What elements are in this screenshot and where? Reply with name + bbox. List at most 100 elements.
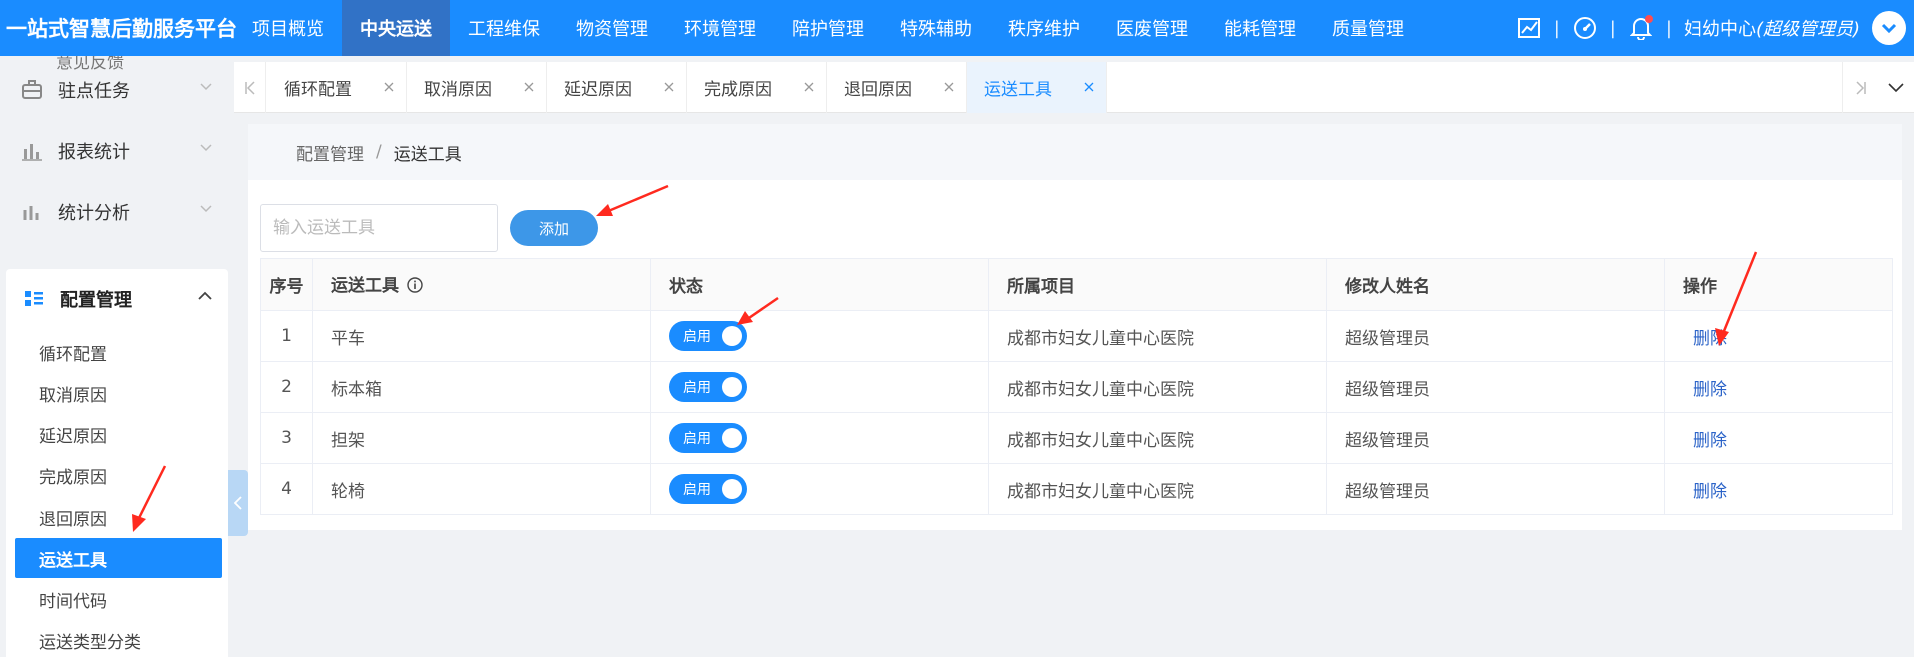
nav-item-quality[interactable]: 质量管理 [1314,0,1422,56]
close-icon[interactable] [521,79,537,95]
nav-item-overview[interactable]: 项目概览 [234,0,342,56]
status-toggle[interactable]: 启用 [669,372,747,402]
sidebar-subitem-time-code[interactable]: 时间代码 [6,579,228,619]
sidebar-subitem-complete-reason[interactable]: 完成原因 [6,455,228,495]
delete-link[interactable]: 删除 [1683,482,1727,502]
cell-modifier: 超级管理员 [1326,412,1665,464]
cell-operations: 删除 [1664,310,1893,362]
sidebar-item-label: 报表统计 [58,141,130,163]
chevron-down-icon [200,205,212,213]
sidebar: 意见反馈 驻点任务 报表统计 统计分析 配置管理 循环配置 取消原因 延迟原因 [0,56,234,657]
briefcase-icon [20,78,44,102]
breadcrumb-separator: / [376,142,382,162]
nav-item-environment[interactable]: 环境管理 [666,0,774,56]
table-row: 3 担架 启用 成都市妇女儿童中心医院 超级管理员 删除 [260,412,1893,464]
table-row: 2 标本箱 启用 成都市妇女儿童中心医院 超级管理员 删除 [260,361,1893,413]
separator: | [1665,17,1672,39]
col-header-tool: 运送工具 [312,258,651,311]
cell-project: 成都市妇女儿童中心医院 [988,310,1327,362]
status-toggle[interactable]: 启用 [669,423,747,453]
sidebar-subitem-transport-tools[interactable]: 运送工具 [15,538,222,578]
sidebar-item-station-tasks[interactable]: 驻点任务 [0,59,234,120]
cell-tool: 担架 [312,412,651,464]
close-icon[interactable] [381,79,397,95]
dashboard-gauge-icon[interactable] [1572,15,1598,41]
bell-icon[interactable] [1628,15,1654,41]
sidebar-subitem-cancel-reason[interactable]: 取消原因 [6,373,228,413]
col-header-operations: 操作 [1664,258,1893,311]
toggle-knob [722,326,742,346]
tabs-scroll-right-icon[interactable] [1842,62,1878,113]
cell-operations: 删除 [1664,412,1893,464]
cell-project: 成都市妇女儿童中心医院 [988,463,1327,515]
nav-item-central-transport[interactable]: 中央运送 [342,0,450,56]
sidebar-subitem-transport-type[interactable]: 运送类型分类 [6,620,228,657]
top-bar: 一站式智慧后勤服务平台 项目概览 中央运送 工程维保 物资管理 环境管理 陪护管… [0,0,1914,56]
cell-seq: 3 [260,412,313,464]
analytics-icon [20,200,44,224]
user-name[interactable]: 妇幼中心(超级管理员) [1684,15,1860,41]
tab-transport-tools[interactable]: 运送工具 [967,62,1107,113]
toggle-knob [722,377,742,397]
nav-item-engineering[interactable]: 工程维保 [450,0,558,56]
status-toggle[interactable]: 启用 [669,474,747,504]
cell-project: 成都市妇女儿童中心医院 [988,412,1327,464]
delete-link[interactable]: 删除 [1683,329,1727,349]
sidebar-collapse-handle[interactable] [228,470,248,536]
nav-item-energy[interactable]: 能耗管理 [1206,0,1314,56]
notification-dot [1644,15,1653,23]
sidebar-group-config: 配置管理 循环配置 取消原因 延迟原因 完成原因 退回原因 运送工具 时间代码 … [6,269,228,657]
col-header-modifier: 修改人姓名 [1326,258,1665,311]
cell-seq: 2 [260,361,313,413]
top-right-tools: | | | 妇幼中心(超级管理员) [1516,0,1906,56]
nav-item-materials[interactable]: 物资管理 [558,0,666,56]
status-toggle[interactable]: 启用 [669,321,747,351]
cell-modifier: 超级管理员 [1326,310,1665,362]
table-header-row: 序号 运送工具 状态 所属项目 修改人姓名 操作 [260,258,1893,311]
info-icon[interactable] [407,277,423,298]
sidebar-subitem-cycle-config[interactable]: 循环配置 [6,332,228,372]
close-icon[interactable] [1081,79,1097,95]
close-icon[interactable] [941,79,957,95]
breadcrumb: 配置管理 / 运送工具 [248,124,1902,180]
close-icon[interactable] [801,79,817,95]
close-icon[interactable] [661,79,677,95]
delete-link[interactable]: 删除 [1683,431,1727,451]
delete-link[interactable]: 删除 [1683,380,1727,400]
tab-cancel-reason[interactable]: 取消原因 [407,62,547,113]
main-nav: 项目概览 中央运送 工程维保 物资管理 环境管理 陪护管理 特殊辅助 秩序维护 … [234,0,1422,56]
nav-item-order[interactable]: 秩序维护 [990,0,1098,56]
nav-item-special-aid[interactable]: 特殊辅助 [882,0,990,56]
sidebar-group-label: 配置管理 [60,290,132,311]
cell-operations: 删除 [1664,463,1893,515]
cell-project: 成都市妇女儿童中心医院 [988,361,1327,413]
add-button[interactable]: 添加 [510,210,598,246]
tabs-menu-chevron-down-icon[interactable] [1878,62,1914,113]
sidebar-item-reports[interactable]: 报表统计 [0,120,234,181]
tab-complete-reason[interactable]: 完成原因 [687,62,827,113]
tab-label: 循环配置 [284,80,352,100]
cell-modifier: 超级管理员 [1326,361,1665,413]
tab-delay-reason[interactable]: 延迟原因 [547,62,687,113]
bar-chart-icon [20,139,44,163]
separator: | [1553,17,1560,39]
toggle-label: 启用 [683,431,711,447]
user-menu-chevron-down-icon[interactable] [1872,11,1906,45]
tab-label: 取消原因 [424,80,492,100]
nav-item-escort[interactable]: 陪护管理 [774,0,882,56]
sidebar-subitem-return-reason[interactable]: 退回原因 [6,497,228,537]
trend-chart-icon[interactable] [1516,15,1542,41]
cell-status: 启用 [650,412,989,464]
sidebar-subitem-delay-reason[interactable]: 延迟原因 [6,414,228,454]
breadcrumb-parent[interactable]: 配置管理 [296,140,364,165]
transport-tool-input[interactable] [260,204,498,252]
sidebar-item-analytics[interactable]: 统计分析 [0,181,234,242]
nav-item-medical-waste[interactable]: 医废管理 [1098,0,1206,56]
app-title: 一站式智慧后勤服务平台 [6,17,237,41]
sidebar-group-header[interactable]: 配置管理 [6,269,228,329]
tab-label: 退回原因 [844,80,912,100]
cell-tool: 标本箱 [312,361,651,413]
tabs-scroll-left-icon[interactable] [234,62,266,113]
tab-return-reason[interactable]: 退回原因 [827,62,967,113]
tab-cycle-config[interactable]: 循环配置 [267,62,407,113]
